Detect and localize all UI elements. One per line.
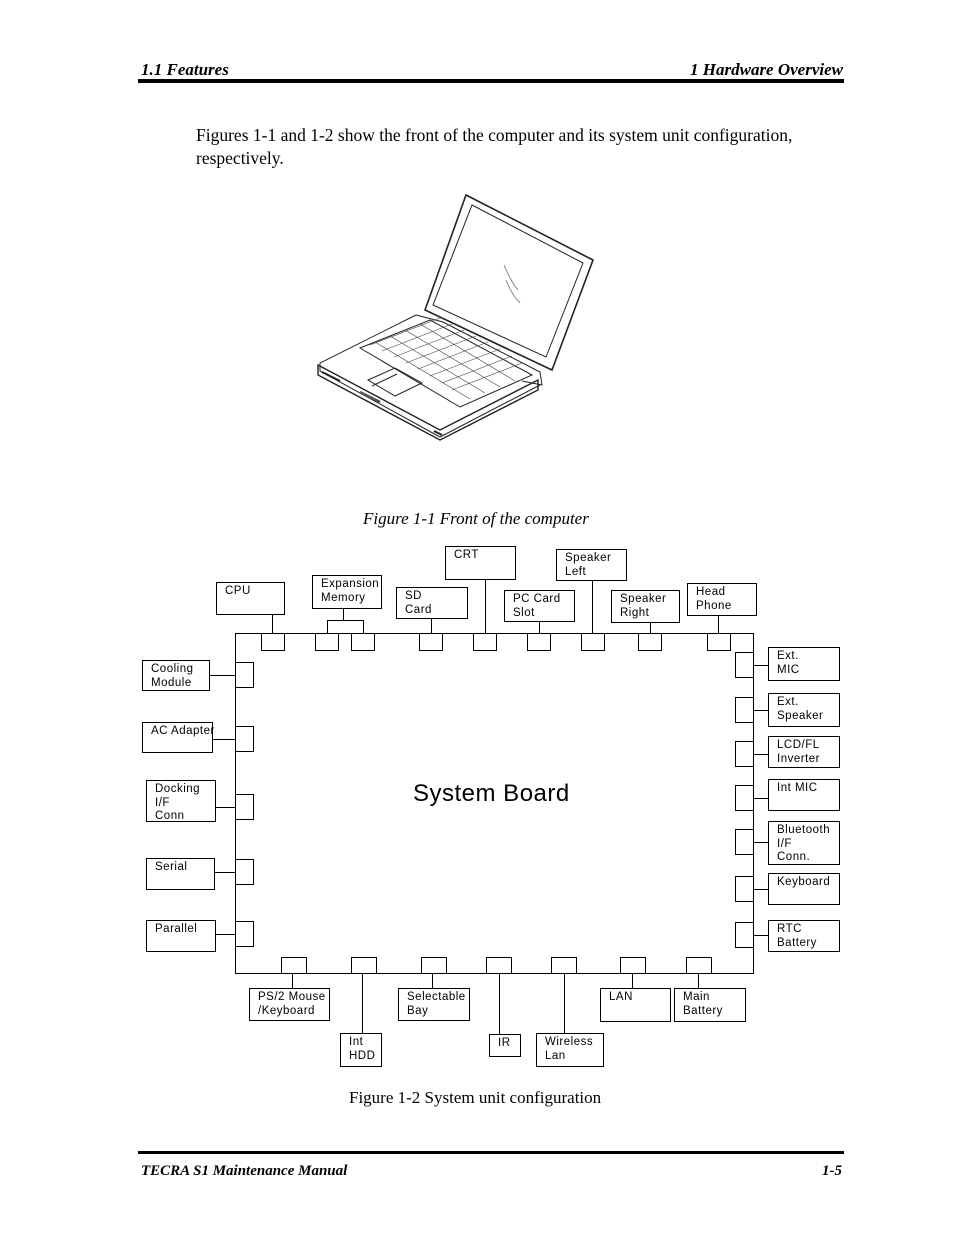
connector-line xyxy=(754,798,768,799)
selectable-bay-box: Selectable Bay xyxy=(398,988,470,1021)
cooling-module-box: Cooling Module xyxy=(142,660,210,691)
lan-port xyxy=(620,957,646,974)
cpu-port xyxy=(261,633,285,651)
lan-box: LAN xyxy=(600,988,671,1022)
lcd-fl-inverter-port xyxy=(735,741,754,767)
speaker-right-box: Speaker Right xyxy=(611,590,680,623)
ir-box: IR xyxy=(489,1034,521,1057)
connector-line xyxy=(327,620,363,621)
connector-line xyxy=(485,580,486,633)
expansion-memory-port xyxy=(315,633,339,651)
connector-line xyxy=(327,620,328,633)
crt-box: CRT xyxy=(445,546,516,580)
connector-line xyxy=(343,609,344,620)
connector-line xyxy=(431,619,432,633)
head-phone-box: Head Phone xyxy=(687,583,757,616)
ps2-mouse-keyboard-port xyxy=(281,957,307,974)
connector-line xyxy=(272,615,273,633)
main-battery-box: Main Battery xyxy=(674,988,746,1022)
keyboard-port xyxy=(735,876,754,902)
ac-adapter-box: AC Adapter xyxy=(142,722,214,753)
connector-line xyxy=(216,934,235,935)
speaker-left-port xyxy=(581,633,605,651)
connector-line xyxy=(754,935,768,936)
int-mic-box: Int MIC xyxy=(768,779,840,811)
pc-card-slot-port xyxy=(527,633,551,651)
cpu-box: CPU xyxy=(216,582,285,615)
parallel-box: Parallel xyxy=(146,920,216,952)
int-hdd-port xyxy=(351,957,377,974)
main-battery-port xyxy=(686,957,712,974)
serial-box: Serial xyxy=(146,858,215,890)
head-phone-port xyxy=(707,633,731,651)
connector-line xyxy=(539,622,540,633)
parallel-port xyxy=(235,921,254,947)
docking-if-conn-port xyxy=(235,794,254,820)
connector-line xyxy=(213,739,235,740)
pc-card-slot-box: PC Card Slot xyxy=(504,590,575,622)
bluetooth-if-conn-port xyxy=(735,829,754,855)
sd-card-box: SD Card xyxy=(396,587,468,619)
expansion-memory-box: Expansion Memory xyxy=(312,575,382,609)
ext-speaker-port xyxy=(735,697,754,723)
connector-line xyxy=(754,710,768,711)
connector-line xyxy=(650,623,651,633)
system-board-label: System Board xyxy=(413,780,570,807)
connector-line xyxy=(698,974,699,988)
footer-manual-title: TECRA S1 Maintenance Manual xyxy=(141,1163,348,1179)
ext-speaker-box: Ext. Speaker xyxy=(768,693,840,727)
connector-line xyxy=(292,974,293,988)
connector-line xyxy=(499,974,500,1034)
speaker-left-box: Speaker Left xyxy=(556,549,627,581)
connector-line xyxy=(362,974,363,1033)
docking-if-conn-box: Docking I/F Conn xyxy=(146,780,216,822)
connector-line xyxy=(754,665,768,666)
ir-port xyxy=(486,957,512,974)
footer-rule xyxy=(138,1151,844,1154)
int-hdd-box: Int HDD xyxy=(340,1033,382,1067)
ext-mic-box: Ext. MIC xyxy=(768,647,840,681)
keyboard-box: Keyboard xyxy=(768,873,840,905)
connector-line xyxy=(718,616,719,633)
footer-page-number: 1-5 xyxy=(822,1163,842,1179)
wireless-lan-box: Wireless Lan xyxy=(536,1033,604,1067)
int-mic-port xyxy=(735,785,754,811)
connector-line xyxy=(432,974,433,988)
connector-line xyxy=(754,754,768,755)
rtc-battery-box: RTC Battery xyxy=(768,920,840,952)
system-unit-diagram: System Board CPU Expansion Memory SD Card C… xyxy=(0,0,954,1235)
ac-adapter-port xyxy=(235,726,254,752)
rtc-battery-port xyxy=(735,922,754,948)
selectable-bay-port xyxy=(421,957,447,974)
expansion-memory-port xyxy=(351,633,375,651)
connector-line xyxy=(754,842,768,843)
figure-2-caption: Figure 1-2 System unit configuration xyxy=(349,1088,602,1107)
crt-port xyxy=(473,633,497,651)
ext-mic-port xyxy=(735,652,754,678)
connector-line xyxy=(216,807,235,808)
connector-line xyxy=(754,889,768,890)
connector-line xyxy=(632,974,633,988)
bluetooth-if-conn-box: Bluetooth I/F Conn. xyxy=(768,821,840,865)
wireless-lan-port xyxy=(551,957,577,974)
speaker-right-port xyxy=(638,633,662,651)
connector-line xyxy=(363,620,364,633)
ps2-mouse-keyboard-box: PS/2 Mouse /Keyboard xyxy=(249,988,330,1021)
connector-line xyxy=(592,581,593,633)
connector-line xyxy=(564,974,565,1033)
serial-port xyxy=(235,859,254,885)
connector-line xyxy=(210,675,235,676)
connector-line xyxy=(215,872,235,873)
cooling-module-port xyxy=(235,662,254,688)
sd-card-port xyxy=(419,633,443,651)
lcd-fl-inverter-box: LCD/FL Inverter xyxy=(768,736,840,768)
